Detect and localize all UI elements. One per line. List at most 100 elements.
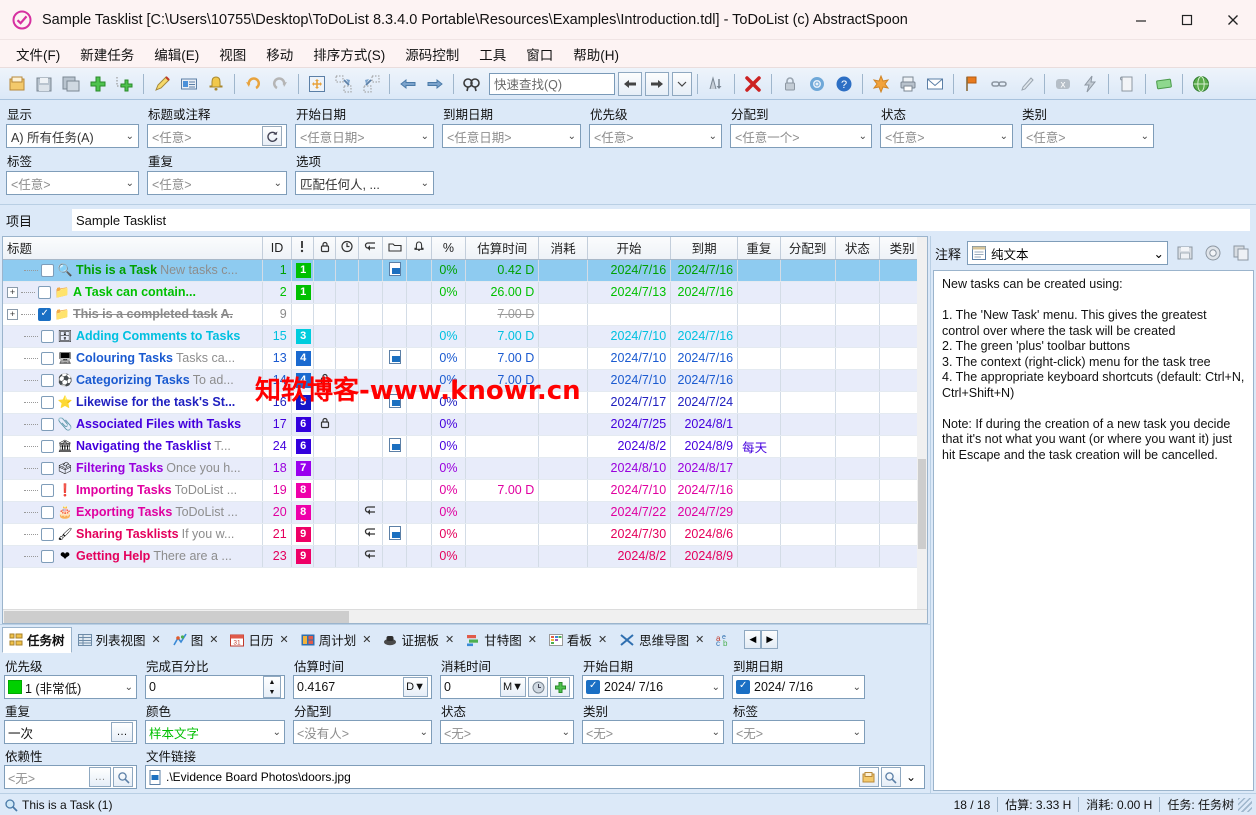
- color-combo[interactable]: 样本文字 ⌄: [145, 720, 285, 744]
- delete-task-icon[interactable]: [740, 71, 766, 97]
- task-done-checkbox[interactable]: [41, 373, 54, 387]
- category-combo[interactable]: <无> ⌄: [582, 720, 724, 744]
- email-icon[interactable]: [922, 71, 948, 97]
- col-time[interactable]: [335, 237, 359, 260]
- col-priority[interactable]: [291, 237, 315, 260]
- print-icon[interactable]: [895, 71, 921, 97]
- back-arrow-icon[interactable]: [395, 71, 421, 97]
- task-row[interactable]: 🔍 This is a Task New tasks c... 1 1 0% 0.42 D2…: [3, 259, 925, 282]
- task-row[interactable]: 📎 Associated Files with Tasks 17 6 0% 2024/7/…: [3, 413, 925, 436]
- task-done-checkbox[interactable]: [41, 483, 54, 497]
- clock-comment-icon[interactable]: [1202, 242, 1224, 264]
- col-status[interactable]: 状态: [835, 237, 881, 260]
- tab-evidence-board[interactable]: 证据板 ✕: [377, 627, 460, 653]
- tab-calendar[interactable]: 31 日历 ✕: [224, 627, 294, 653]
- filter-due-date[interactable]: <任意日期> ⌄: [442, 124, 581, 148]
- time-estimate-input[interactable]: 0.4167 D ▼: [293, 675, 432, 699]
- task-done-checkbox[interactable]: [41, 549, 54, 563]
- task-done-checkbox[interactable]: [41, 527, 54, 541]
- task-row[interactable]: 🏛 Navigating the Tasklist T... 24 6 0% 2024/8/…: [3, 435, 925, 458]
- file-browse-icon[interactable]: [858, 767, 879, 787]
- filter-allocated-to[interactable]: <任意一个> ⌄: [730, 124, 872, 148]
- tab-gantt[interactable]: 甘特图 ✕: [460, 627, 543, 653]
- spin-up-icon[interactable]: ▲: [264, 677, 280, 687]
- menu-tools[interactable]: 工具: [469, 41, 516, 67]
- menu-file[interactable]: 文件(F): [6, 41, 70, 67]
- dependency-input[interactable]: <无> …: [4, 765, 137, 789]
- tab-abc[interactable]: aecb: [710, 627, 740, 653]
- task-title-cell[interactable]: 🎂 Exporting Tasks ToDoList ...: [3, 501, 264, 524]
- time-spent-unit-button[interactable]: M ▼: [499, 677, 526, 697]
- menu-source-control[interactable]: 源码控制: [395, 41, 469, 67]
- task-done-checkbox[interactable]: [41, 439, 54, 453]
- quick-find-input[interactable]: 快速查找(Q): [489, 72, 615, 95]
- filter-options[interactable]: 匹配任何人, ... ⌄: [295, 171, 434, 195]
- tab-chart[interactable]: 图 ✕: [167, 627, 225, 653]
- task-title-cell[interactable]: ⭐ Likewise for the task's St...: [3, 391, 264, 414]
- col-time-spent[interactable]: 消耗: [538, 237, 588, 260]
- task-row[interactable]: 🖌 Sharing Tasklists If you w... 21 9 0% 2024/7…: [3, 523, 925, 546]
- menu-edit[interactable]: 编辑(E): [144, 41, 209, 67]
- task-row[interactable]: + 📁This is a completed taskA. 9 7.00 D: [3, 303, 925, 326]
- menu-move[interactable]: 移动: [256, 41, 303, 67]
- tab-kanban[interactable]: 看板 ✕: [543, 627, 613, 653]
- task-properties-icon[interactable]: [176, 71, 202, 97]
- due-date-picker[interactable]: 2024/ 7/16 ⌄: [732, 675, 865, 699]
- comments-text[interactable]: New tasks can be created using: 1. The '…: [933, 270, 1254, 791]
- chevron-down-icon[interactable]: ⌄: [901, 770, 921, 784]
- help-icon[interactable]: ?: [831, 71, 857, 97]
- task-title-cell[interactable]: 🏛 Navigating the Tasklist T...: [3, 435, 264, 458]
- time-spent-input[interactable]: 0 M ▼: [440, 675, 574, 699]
- project-name-input[interactable]: Sample Tasklist: [72, 209, 1250, 231]
- task-grid-vscrollbar[interactable]: [917, 237, 927, 609]
- task-row[interactable]: 🗳 Filtering Tasks Once you h... 18 7 0% 2024/8…: [3, 457, 925, 480]
- task-grid-hscrollbar[interactable]: [3, 609, 927, 623]
- web-icon[interactable]: [1188, 71, 1214, 97]
- col-reminder[interactable]: [406, 237, 432, 260]
- edit-task-icon[interactable]: [149, 71, 175, 97]
- expander-icon[interactable]: +: [7, 308, 18, 320]
- preferences-gear-icon[interactable]: [804, 71, 830, 97]
- find-tasks-icon[interactable]: [459, 71, 485, 97]
- log-icon[interactable]: [1114, 71, 1140, 97]
- quick-find-next-button[interactable]: [645, 71, 669, 96]
- tab-close-icon[interactable]: ✕: [280, 633, 289, 646]
- menu-window[interactable]: 窗口: [516, 41, 563, 67]
- tab-close-icon[interactable]: ✕: [362, 633, 371, 646]
- dependency-options-button[interactable]: …: [89, 767, 111, 787]
- task-title-cell[interactable]: 🖥 Colouring Tasks Tasks ca...: [3, 347, 264, 370]
- undo-icon[interactable]: [240, 71, 266, 97]
- file-link-input[interactable]: .\Evidence Board Photos\doors.jpg ⌄: [145, 765, 925, 789]
- paint-icon[interactable]: [1013, 71, 1039, 97]
- task-title-cell[interactable]: 📎 Associated Files with Tasks: [3, 413, 264, 436]
- menu-view[interactable]: 视图: [209, 41, 256, 67]
- save-all-icon[interactable]: [58, 71, 84, 97]
- filter-start-date[interactable]: <任意日期> ⌄: [295, 124, 434, 148]
- quick-find-dropdown-button[interactable]: [672, 71, 692, 96]
- priority-combo[interactable]: 1 (非常低) ⌄: [4, 675, 137, 699]
- redo-icon[interactable]: [267, 71, 293, 97]
- recurrence-options-button[interactable]: …: [111, 722, 133, 742]
- add-subtask-icon[interactable]: [112, 71, 138, 97]
- start-timer-icon[interactable]: [528, 677, 548, 697]
- task-done-checkbox[interactable]: [41, 351, 54, 365]
- filter-title-or-comments[interactable]: <任意>: [147, 124, 287, 148]
- task-title-cell[interactable]: + 📁 A Task can contain...: [3, 281, 264, 304]
- task-title-cell[interactable]: 🗄 Adding Comments to Tasks: [3, 325, 264, 348]
- task-title-cell[interactable]: 🖌 Sharing Tasklists If you w...: [3, 523, 264, 546]
- indent-task-icon[interactable]: [331, 71, 357, 97]
- task-title-cell[interactable]: 🔍 This is a Task New tasks c...: [3, 259, 264, 282]
- maximize-button[interactable]: [1164, 0, 1210, 40]
- col-percent[interactable]: %: [431, 237, 467, 260]
- spellcheck-icon[interactable]: [868, 71, 894, 97]
- task-title-cell[interactable]: ❗ Importing Tasks ToDoList ...: [3, 479, 264, 502]
- filter-category[interactable]: <任意> ⌄: [1021, 124, 1154, 148]
- tab-close-icon[interactable]: ✕: [152, 633, 161, 646]
- tags-combo[interactable]: <无> ⌄: [732, 720, 865, 744]
- due-date-checkbox[interactable]: [736, 680, 750, 694]
- task-title-cell[interactable]: 🗳 Filtering Tasks Once you h...: [3, 457, 264, 480]
- task-done-checkbox[interactable]: [41, 505, 54, 519]
- move-task-icon[interactable]: [304, 71, 330, 97]
- col-recurrence[interactable]: [358, 237, 383, 260]
- quick-find-prev-button[interactable]: [618, 71, 642, 96]
